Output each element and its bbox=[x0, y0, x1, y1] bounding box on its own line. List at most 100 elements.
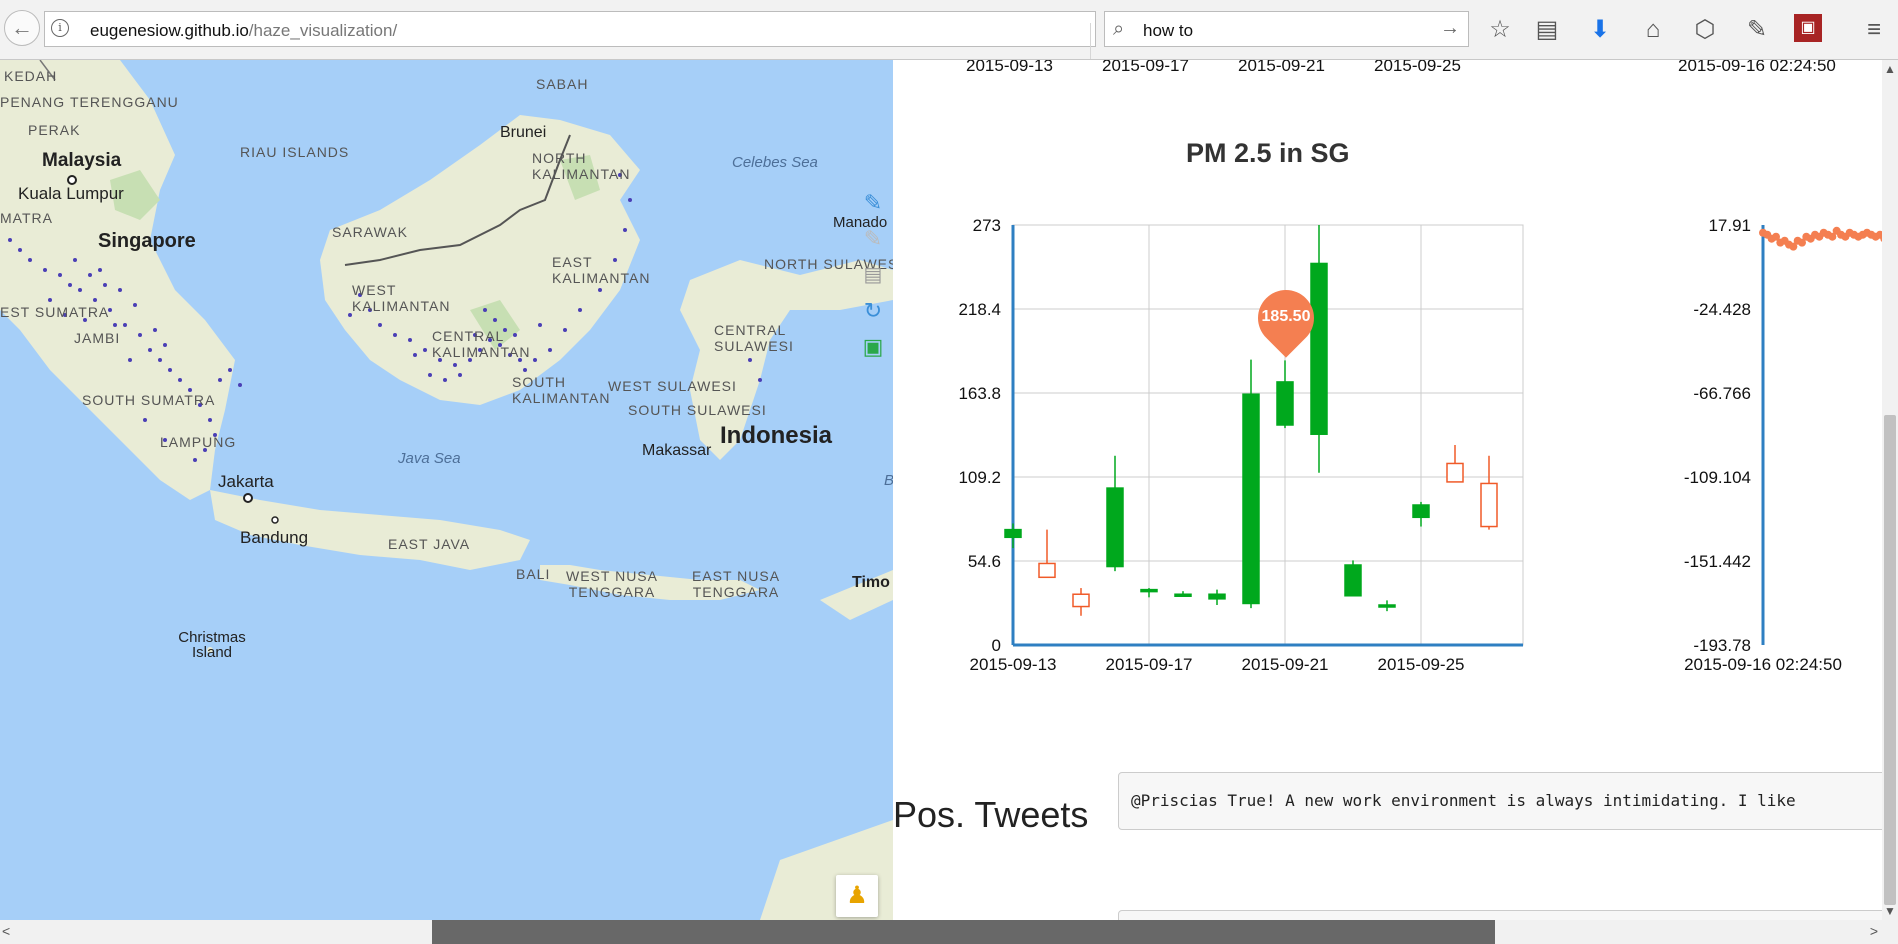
map-label-west-nusa-tenggara: WEST NUSA TENGGARA bbox=[566, 568, 658, 600]
line-chart-y-tick: -66.766 bbox=[1693, 384, 1751, 403]
map-label-terengganu: TERENGGANU bbox=[70, 94, 179, 110]
search-input[interactable]: how to bbox=[1143, 21, 1193, 41]
street-view-pegman-icon[interactable]: ♟ bbox=[836, 875, 878, 917]
pos-tweets-heading: Pos. Tweets bbox=[893, 794, 1089, 835]
edit-layers-icon[interactable]: ✎ bbox=[858, 224, 888, 254]
browser-toolbar: ← i eugenesiow.github.io/haze_visualizat… bbox=[0, 0, 1898, 60]
y-tick-label: 163.8 bbox=[958, 384, 1001, 403]
extension-icon[interactable]: ✎ bbox=[1741, 14, 1773, 46]
map-label-java-sea: Java Sea bbox=[398, 450, 461, 467]
back-button[interactable]: ← bbox=[4, 10, 40, 46]
candle-body bbox=[1412, 504, 1430, 519]
site-info-icon[interactable]: i bbox=[51, 19, 69, 37]
map-label-south-kalimantan: SOUTH KALIMANTAN bbox=[512, 374, 611, 406]
candle-body bbox=[1004, 528, 1022, 539]
addon-icon[interactable]: ▣ bbox=[1794, 14, 1822, 42]
home-icon[interactable]: ⌂ bbox=[1637, 14, 1669, 46]
scroll-left-icon[interactable]: < bbox=[2, 923, 10, 939]
tweet-text: @Priscias True! A new work environment i… bbox=[1131, 791, 1796, 810]
map-label-bandung: Bandung bbox=[240, 528, 309, 547]
map-label-perak: PERAK bbox=[28, 122, 81, 138]
url-text[interactable]: eugenesiow.github.io/haze_visualization/ bbox=[90, 21, 397, 41]
scroll-right-icon[interactable]: > bbox=[1870, 923, 1878, 939]
map-label-sabah: SABAH bbox=[536, 76, 589, 92]
candle-body bbox=[1208, 593, 1226, 600]
candle-body bbox=[1344, 564, 1362, 597]
x-tick-label: 2015-09-17 bbox=[1106, 655, 1193, 674]
map-label-lampung: LAMPUNG bbox=[160, 434, 237, 450]
y-tick-label: 273 bbox=[973, 216, 1001, 235]
tweet-card[interactable]: @Priscias True! A new work environment i… bbox=[1118, 772, 1882, 830]
map-label-central-sulawesi: CENTRAL SULAWESI bbox=[714, 322, 794, 354]
map-label-matra: MATRA bbox=[0, 210, 53, 226]
scroll-down-icon[interactable]: ▼ bbox=[1882, 904, 1898, 918]
search-icon: ⌕ bbox=[1113, 18, 1125, 40]
candle-body bbox=[1446, 462, 1464, 483]
refresh-icon[interactable]: ↻ bbox=[858, 296, 888, 326]
line-chart-y-tick: -151.442 bbox=[1684, 552, 1751, 571]
map-label-christmas-island: Christmas Island bbox=[178, 629, 246, 661]
candle-body bbox=[1140, 588, 1158, 593]
pocket-icon[interactable]: ⬡ bbox=[1689, 14, 1721, 46]
map-label-est-sumatra: EST SUMATRA bbox=[0, 304, 110, 320]
search-bar[interactable]: ⌕ how to → bbox=[1104, 11, 1469, 47]
map-label-jambi: JAMBI bbox=[74, 330, 121, 346]
line-chart-y-tick: -109.104 bbox=[1684, 468, 1751, 487]
scroll-up-icon[interactable]: ▲ bbox=[1882, 62, 1898, 76]
vertical-scrollbar[interactable]: ▲ ▼ bbox=[1882, 60, 1898, 920]
map-land bbox=[0, 60, 893, 920]
candle-body bbox=[1174, 593, 1192, 597]
y-tick-label: 109.2 bbox=[958, 468, 1001, 487]
delete-layers-icon[interactable]: ▤ bbox=[858, 260, 888, 290]
downloads-icon[interactable]: ⬇ bbox=[1584, 14, 1616, 46]
map-label-north-kalimantan: NORTH KALIMANTAN bbox=[532, 150, 631, 182]
y-tick-label: 218.4 bbox=[958, 300, 1001, 319]
map-label-penang: PENANG bbox=[0, 94, 66, 110]
map-label-kuala-lumpur: Kuala Lumpur bbox=[18, 184, 124, 203]
line-chart-y-tick: 17.91 bbox=[1708, 216, 1751, 235]
candle-body bbox=[1106, 487, 1124, 568]
map-label-east-nusa-tenggara: EAST NUSA TENGGARA bbox=[691, 568, 781, 600]
url-host: eugenesiow.github.io bbox=[90, 21, 249, 40]
map-label-malaysia: Malaysia bbox=[42, 150, 122, 171]
candle-body bbox=[1378, 604, 1396, 608]
bookmark-star-icon[interactable]: ☆ bbox=[1484, 14, 1516, 46]
menu-icon[interactable]: ≡ bbox=[1858, 14, 1890, 46]
draw-polygon-icon[interactable]: ✎ bbox=[858, 188, 888, 218]
y-tick-label: 0 bbox=[992, 636, 1001, 655]
plot-frame bbox=[1012, 224, 1524, 646]
map-label-sarawak: SARAWAK bbox=[332, 224, 408, 240]
save-icon[interactable]: ▣ bbox=[858, 332, 888, 362]
map-label-bali: BALI bbox=[516, 566, 551, 582]
x-tick-label: 2015-09-21 bbox=[1242, 655, 1329, 674]
line-chart-y-tick: -24.428 bbox=[1693, 300, 1751, 319]
search-go-icon[interactable]: → bbox=[1440, 17, 1460, 40]
reading-list-icon[interactable]: ▤ bbox=[1531, 14, 1563, 46]
map-label-south-sulawesi: SOUTH SULAWESI bbox=[628, 402, 767, 418]
map-label-central-kalimantan: CENTRAL KALIMANTAN bbox=[432, 328, 531, 360]
tweet-card-2[interactable] bbox=[1118, 910, 1882, 920]
map-label-jakarta: Jakarta bbox=[218, 472, 274, 491]
map-panel[interactable]: KEDAH PENANG TERENGGANU PERAK Malaysia K… bbox=[0, 60, 893, 920]
map-label-makassar: Makassar bbox=[642, 442, 712, 459]
map-label-east-kalimantan: EAST KALIMANTAN bbox=[552, 254, 651, 286]
map-label-west-kalimantan: WEST KALIMANTAN bbox=[352, 282, 451, 314]
candle-body bbox=[1038, 562, 1056, 579]
map-label-west-sulawesi: WEST SULAWESI bbox=[608, 378, 737, 394]
map-label-kedah: KEDAH bbox=[4, 68, 58, 84]
candle-body bbox=[1242, 393, 1260, 605]
map-label-east-java: EAST JAVA bbox=[388, 536, 471, 552]
candle-body bbox=[1072, 593, 1090, 608]
map-label-timor: Timo bbox=[852, 574, 890, 591]
map-label-brunei: Brunei bbox=[500, 124, 547, 141]
vertical-scroll-thumb[interactable] bbox=[1884, 415, 1896, 905]
url-path: /haze_visualization/ bbox=[248, 21, 398, 40]
horizontal-scrollbar[interactable]: < > bbox=[0, 920, 1898, 944]
horizontal-scroll-thumb[interactable] bbox=[432, 920, 1495, 944]
candle-body bbox=[1310, 262, 1328, 435]
address-bar[interactable]: i eugenesiow.github.io/haze_visualizatio… bbox=[44, 11, 1123, 59]
line-chart-x-tick: 2015-09-16 02:24:50 bbox=[1684, 655, 1842, 674]
map-label-singapore: Singapore bbox=[98, 230, 196, 252]
x-tick-label: 2015-09-13 bbox=[970, 655, 1057, 674]
map-label-south-sumatra: SOUTH SUMATRA bbox=[82, 392, 216, 408]
